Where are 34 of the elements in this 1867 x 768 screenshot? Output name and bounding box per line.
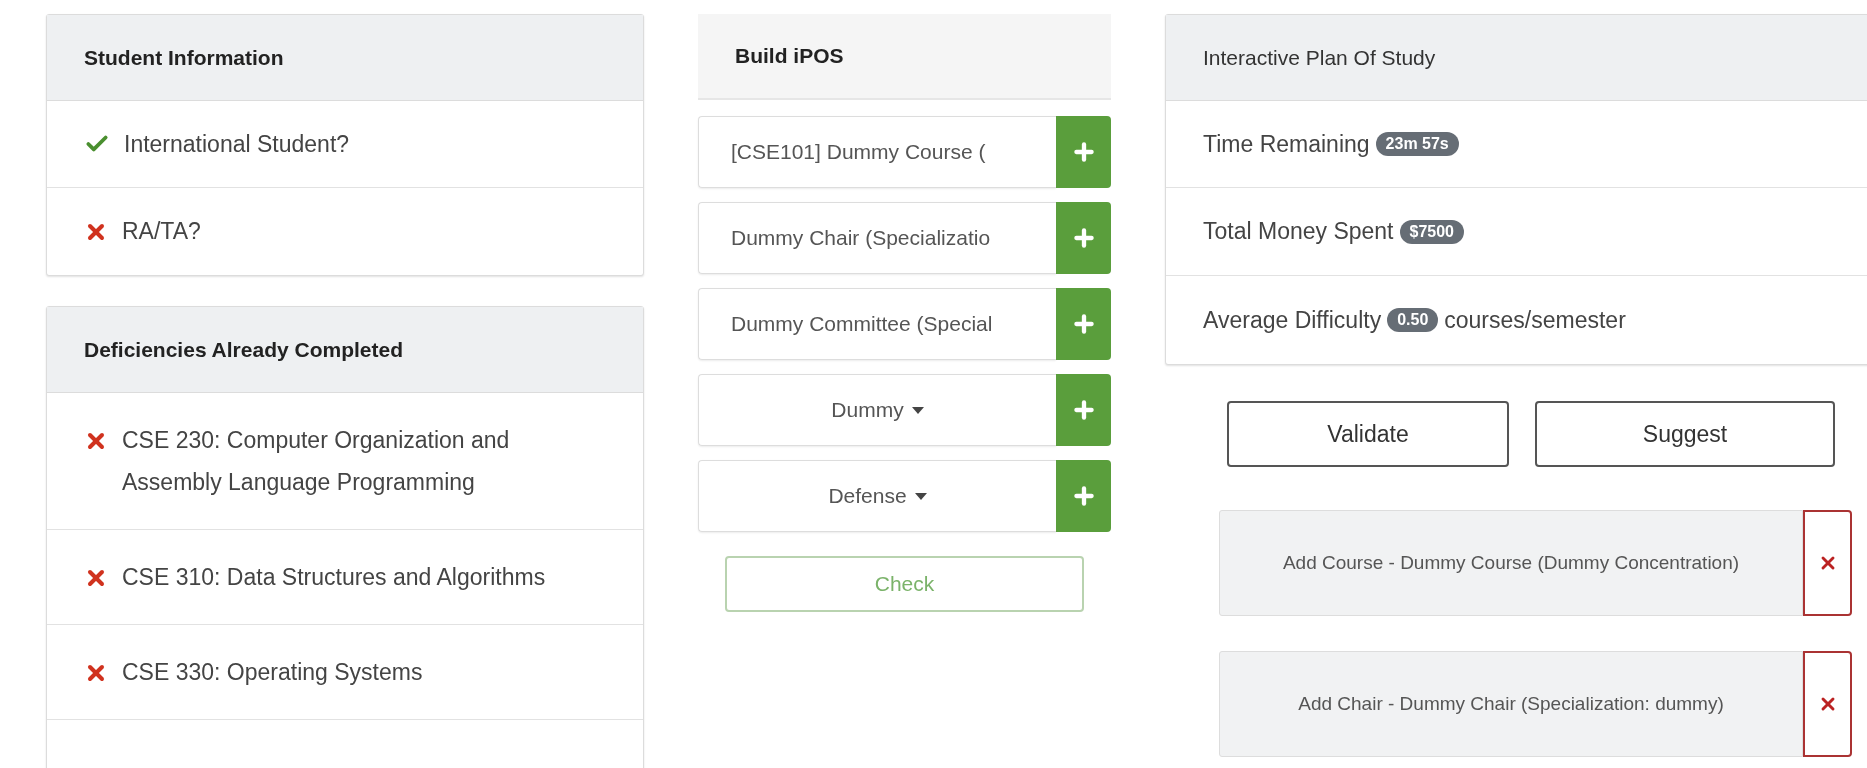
- add-button[interactable]: [1056, 288, 1111, 360]
- deficiency-label: CSE 230: Computer Organization and Assembly Language Programming: [122, 426, 511, 497]
- stat-unit: courses/semester: [1444, 306, 1626, 334]
- stat-label: Average Difficulty: [1203, 306, 1382, 334]
- stat-label: Total Money Spent: [1203, 218, 1394, 245]
- add-button[interactable]: [1056, 202, 1111, 274]
- stat-badge: 0.50: [1387, 308, 1439, 332]
- add-button[interactable]: [1056, 116, 1111, 188]
- add-button[interactable]: [1056, 460, 1111, 532]
- card-title: Student Information: [84, 45, 284, 70]
- card-title: Deficiencies Already Completed: [84, 337, 403, 362]
- select-field[interactable]: Dummy Chair (Specializatio: [698, 202, 1056, 274]
- remove-button[interactable]: [1803, 651, 1852, 757]
- info-label: International Student?: [124, 130, 350, 158]
- plan-action: Add Chair - Dummy Chair (Specialization: dummy): [1219, 651, 1803, 757]
- stat-badge: 23m 57s: [1375, 132, 1459, 156]
- add-button[interactable]: [1056, 374, 1111, 446]
- dropdown-field[interactable]: Defense: [698, 460, 1056, 532]
- stat-label: Time Remaining: [1203, 130, 1370, 158]
- action-button[interactable]: Suggest: [1535, 401, 1835, 467]
- deficiency-label: CSE 310: Data Structures and Algorithms: [122, 563, 546, 592]
- info-label: RA/TA?: [122, 218, 201, 245]
- caret-icon: [911, 406, 924, 414]
- panel-title: Build iPOS: [735, 44, 844, 68]
- select-field[interactable]: Dummy Committee (Special: [698, 288, 1056, 360]
- action-button[interactable]: Validate: [1227, 401, 1509, 467]
- dropdown-field[interactable]: Dummy: [698, 374, 1056, 446]
- card-title: Interactive Plan Of Study: [1203, 45, 1436, 70]
- plan-action: Add Course - Dummy Course (Dummy Concentration): [1219, 510, 1803, 616]
- caret-icon: [914, 492, 927, 500]
- deficiency-label: CSE 330: Operating Systems: [122, 658, 423, 687]
- select-field[interactable]: [CSE101] Dummy Course (: [698, 116, 1056, 188]
- remove-button[interactable]: [1803, 510, 1852, 616]
- stat-badge: $7500: [1399, 219, 1464, 244]
